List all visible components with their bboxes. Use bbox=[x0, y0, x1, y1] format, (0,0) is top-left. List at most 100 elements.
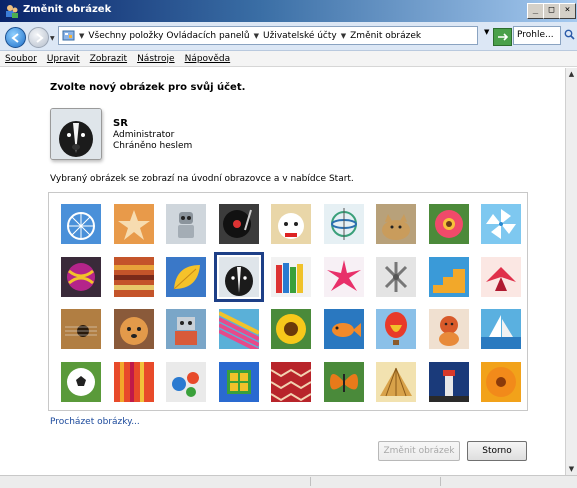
picture-tile-star-flower[interactable] bbox=[324, 257, 364, 297]
menu-file[interactable]: Soubor bbox=[5, 54, 37, 64]
cancel-button[interactable]: Storno bbox=[467, 441, 527, 461]
scarf-icon bbox=[114, 362, 154, 402]
picture-tile-pinwheel[interactable] bbox=[481, 204, 521, 244]
fabric-icon bbox=[114, 257, 154, 297]
pinwheel-icon bbox=[481, 204, 521, 244]
main-content: Zvolte nový obrázek pro svůj účet. SR Ad… bbox=[0, 68, 565, 475]
puppy-icon bbox=[114, 309, 154, 349]
wooden-toy-icon bbox=[429, 309, 469, 349]
picture-tile-crayons[interactable] bbox=[271, 257, 311, 297]
window-icon bbox=[219, 362, 259, 402]
lighthouse-icon bbox=[429, 362, 469, 402]
crumb-user-accounts[interactable]: Uživatelské účty bbox=[263, 31, 337, 41]
crayons-icon bbox=[271, 257, 311, 297]
menu-tools[interactable]: Nástroje bbox=[137, 54, 175, 64]
picture-tile-window[interactable] bbox=[219, 362, 259, 402]
picture-tile-kitten[interactable] bbox=[376, 204, 416, 244]
sailboat-icon bbox=[481, 309, 521, 349]
current-user-avatar bbox=[50, 108, 102, 160]
starfish-icon bbox=[114, 204, 154, 244]
picture-tile-fabric[interactable] bbox=[114, 257, 154, 297]
picture-tile-hot-air-balloon[interactable] bbox=[376, 309, 416, 349]
picture-tile-robot[interactable] bbox=[166, 309, 206, 349]
picture-tile-turntable[interactable] bbox=[219, 204, 259, 244]
fish-icon bbox=[324, 309, 364, 349]
window-title: Změnit obrázek bbox=[23, 4, 112, 15]
picture-tile-scarf[interactable] bbox=[114, 362, 154, 402]
picture-tile-lighthouse[interactable] bbox=[429, 362, 469, 402]
picture-tile-dog[interactable] bbox=[214, 252, 264, 302]
password-status: Chráněno heslem bbox=[113, 141, 193, 151]
picture-tile-shell[interactable] bbox=[376, 362, 416, 402]
gerbera-icon bbox=[429, 204, 469, 244]
menu-edit[interactable]: Upravit bbox=[47, 54, 80, 64]
picture-tile-sailboat[interactable] bbox=[481, 309, 521, 349]
picture-tile-leaf[interactable] bbox=[166, 257, 206, 297]
dog-icon bbox=[219, 257, 259, 297]
forward-arrow-icon bbox=[35, 32, 44, 43]
picture-tile-lucky-cat[interactable] bbox=[271, 204, 311, 244]
paper-crane-icon bbox=[481, 257, 521, 297]
picture-tile-starfish[interactable] bbox=[114, 204, 154, 244]
picture-tile-butterfly[interactable] bbox=[324, 362, 364, 402]
shell-icon bbox=[376, 362, 416, 402]
vertical-scrollbar[interactable]: ▲ ▼ bbox=[565, 68, 577, 475]
marbles-icon bbox=[166, 362, 206, 402]
picture-tile-jacks[interactable] bbox=[376, 257, 416, 297]
picture-tile-stairs[interactable] bbox=[429, 257, 469, 297]
crumb-control-panel[interactable]: Všechny položky Ovládacích panelů bbox=[88, 31, 249, 41]
breadcrumb[interactable]: ▼ Všechny položky Ovládacích panelů ▼ Už… bbox=[58, 26, 478, 45]
maximize-button[interactable]: □ bbox=[543, 3, 560, 19]
menu-bar: Soubor Upravit Zobrazit Nástroje Nápověd… bbox=[0, 51, 577, 67]
picture-tile-gyroscope[interactable] bbox=[324, 204, 364, 244]
picture-tile-knitting[interactable] bbox=[271, 362, 311, 402]
picture-grid bbox=[48, 192, 528, 411]
menu-help[interactable]: Nápověda bbox=[185, 54, 231, 64]
lucky-cat-icon bbox=[271, 204, 311, 244]
picture-tile-marbles[interactable] bbox=[166, 362, 206, 402]
picture-tile-puppy[interactable] bbox=[114, 309, 154, 349]
picture-tile-guitar[interactable] bbox=[61, 309, 101, 349]
menu-view[interactable]: Zobrazit bbox=[90, 54, 127, 64]
picture-tile-gerbera[interactable] bbox=[429, 204, 469, 244]
turntable-icon bbox=[219, 204, 259, 244]
user-name: SR bbox=[113, 118, 128, 129]
soccer-ball-icon bbox=[61, 362, 101, 402]
picture-tile-fish[interactable] bbox=[324, 309, 364, 349]
change-picture-button[interactable]: Změnit obrázek bbox=[378, 441, 460, 461]
ball-icon bbox=[61, 257, 101, 297]
stairs-icon bbox=[429, 257, 469, 297]
scroll-up-icon[interactable]: ▲ bbox=[566, 68, 577, 80]
scroll-down-icon[interactable]: ▼ bbox=[566, 463, 577, 475]
history-dropdown-icon[interactable]: ▼ bbox=[50, 35, 55, 42]
crumb-separator-icon[interactable]: ▼ bbox=[79, 32, 84, 40]
gyroscope-icon bbox=[324, 204, 364, 244]
status-bar bbox=[0, 475, 577, 488]
sunflower-icon bbox=[271, 309, 311, 349]
picture-tile-paper-crane[interactable] bbox=[481, 257, 521, 297]
picture-tile-orange-flower[interactable] bbox=[481, 362, 521, 402]
address-dropdown-icon[interactable]: ▼ bbox=[484, 28, 489, 36]
picture-tile-robot-toy[interactable] bbox=[166, 204, 206, 244]
title-bar: Změnit obrázek _ □ × bbox=[0, 0, 577, 22]
picture-tile-sunflower[interactable] bbox=[271, 309, 311, 349]
search-icon[interactable] bbox=[564, 29, 575, 40]
close-button[interactable]: × bbox=[559, 3, 576, 19]
search-input[interactable]: Prohle... bbox=[513, 26, 561, 45]
refresh-button[interactable] bbox=[493, 28, 512, 46]
robot-toy-icon bbox=[166, 204, 206, 244]
crumb-change-picture[interactable]: Změnit obrázek bbox=[350, 31, 421, 41]
browse-pictures-link[interactable]: Procházet obrázky... bbox=[50, 417, 140, 427]
picture-tile-hammock[interactable] bbox=[219, 309, 259, 349]
back-button[interactable] bbox=[5, 27, 26, 48]
picture-tile-wooden-toy[interactable] bbox=[429, 309, 469, 349]
control-panel-icon bbox=[62, 30, 75, 41]
picture-tile-ball[interactable] bbox=[61, 257, 101, 297]
minimize-button[interactable]: _ bbox=[527, 3, 544, 19]
crumb-separator-icon[interactable]: ▼ bbox=[254, 32, 259, 40]
picture-tile-ferris-wheel[interactable] bbox=[61, 204, 101, 244]
picture-tile-soccer-ball[interactable] bbox=[61, 362, 101, 402]
forward-button[interactable] bbox=[28, 27, 49, 48]
dog-avatar-icon bbox=[51, 109, 101, 159]
crumb-separator-icon[interactable]: ▼ bbox=[341, 32, 346, 40]
